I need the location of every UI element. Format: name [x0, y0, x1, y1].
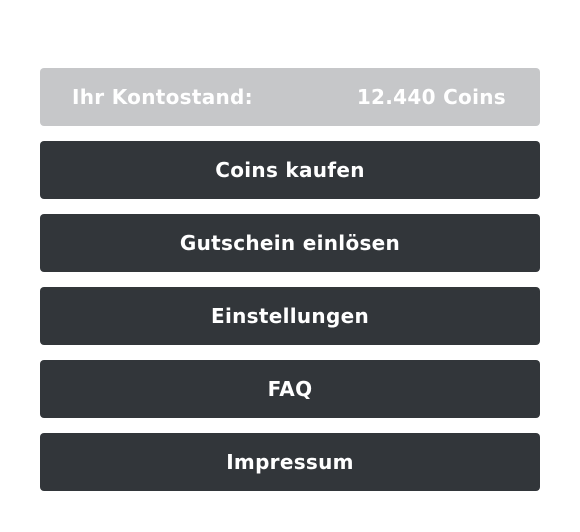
redeem-voucher-button[interactable]: Gutschein einlösen: [40, 214, 540, 272]
buy-coins-button[interactable]: Coins kaufen: [40, 141, 540, 199]
balance-value: 12.440 Coins: [356, 85, 506, 109]
balance-display: Ihr Kontostand: 12.440 Coins: [40, 68, 540, 126]
faq-button[interactable]: FAQ: [40, 360, 540, 418]
balance-label: Ihr Kontostand:: [72, 85, 253, 109]
account-menu: Ihr Kontostand: 12.440 Coins Coins kaufe…: [40, 68, 540, 491]
settings-button[interactable]: Einstellungen: [40, 287, 540, 345]
imprint-button[interactable]: Impressum: [40, 433, 540, 491]
redeem-voucher-label: Gutschein einlösen: [179, 231, 401, 255]
faq-label: FAQ: [267, 377, 313, 401]
buy-coins-label: Coins kaufen: [215, 158, 365, 182]
settings-label: Einstellungen: [211, 304, 369, 328]
imprint-label: Impressum: [226, 450, 354, 474]
